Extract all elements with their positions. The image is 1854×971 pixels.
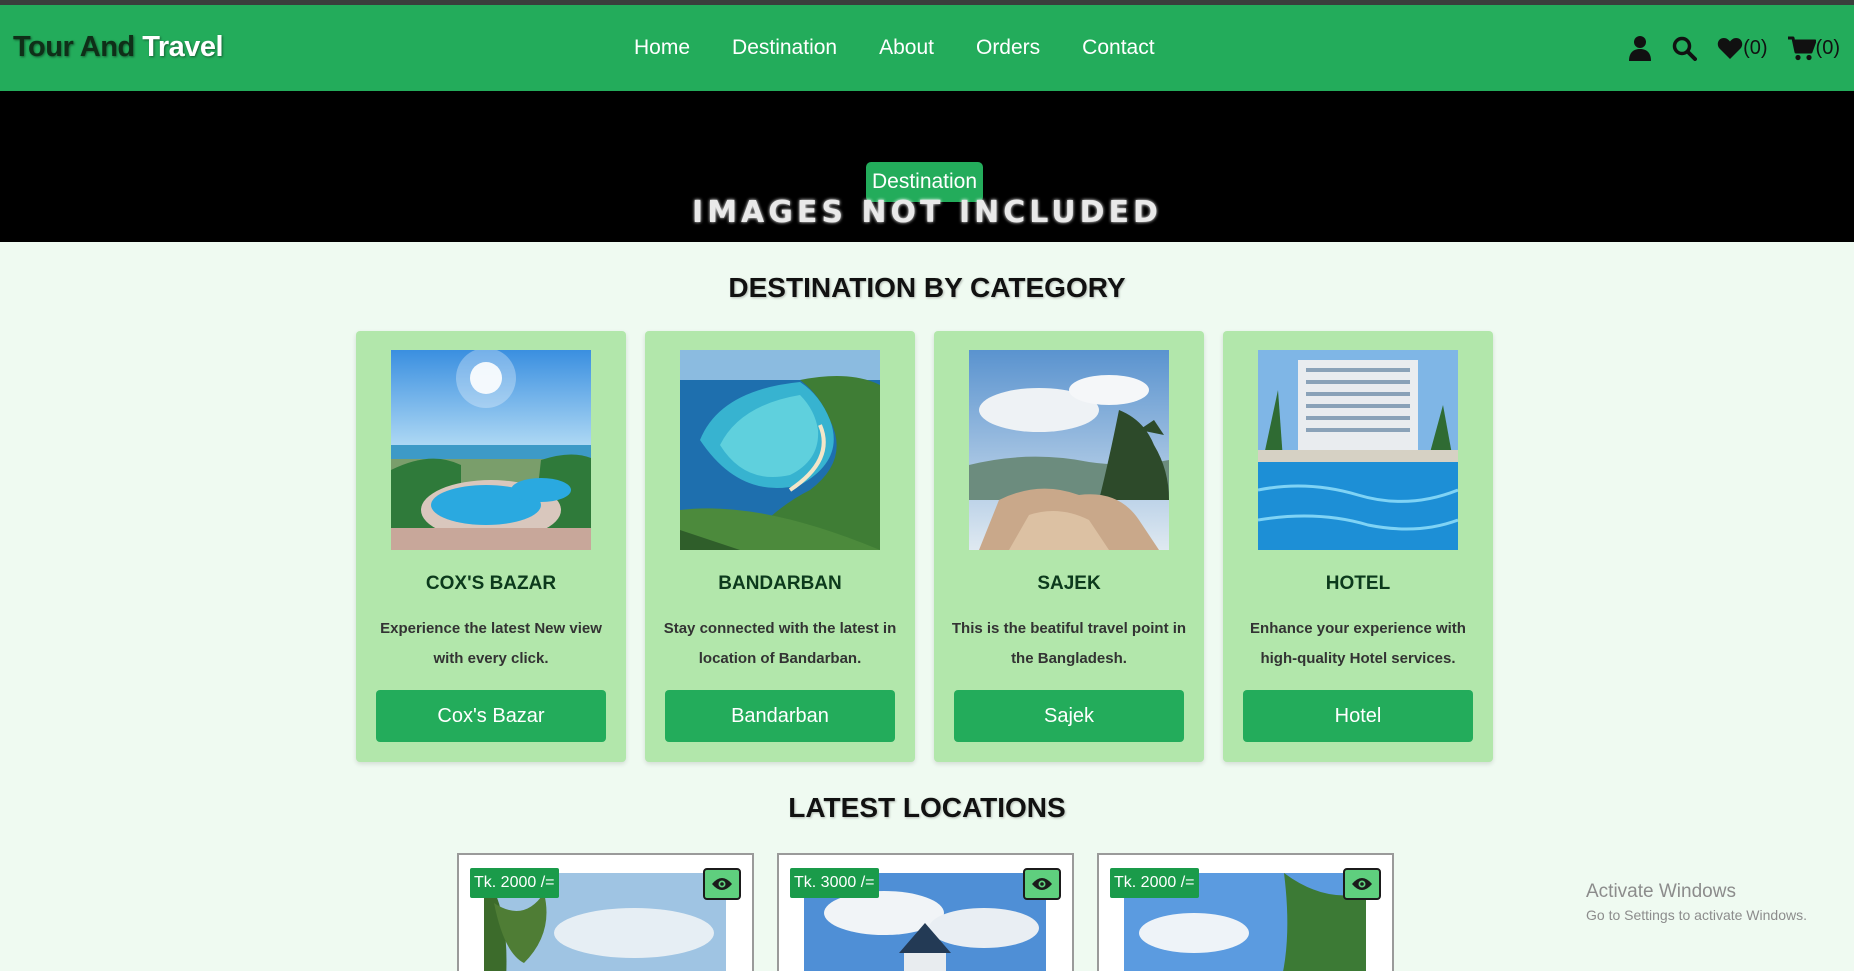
hero-banner: Destination IMAGES NOT INCLUDED — [0, 91, 1854, 242]
eye-icon — [1352, 878, 1372, 890]
category-name: BANDARBAN — [718, 573, 842, 594]
location-card[interactable]: Tk. 2000 /= — [1097, 853, 1394, 971]
category-section-title: DESTINATION BY CATEGORY — [728, 272, 1126, 303]
cart-count: (0) — [1815, 36, 1840, 59]
eye-icon — [712, 878, 732, 890]
view-button[interactable] — [1343, 868, 1381, 900]
eye-icon — [1032, 878, 1052, 890]
category-card: SAJEK This is the beatiful travel point … — [934, 331, 1204, 762]
category-description: Stay connected with the latest in locati… — [663, 620, 897, 667]
view-button[interactable] — [1023, 868, 1061, 900]
hotel-button[interactable]: Hotel — [1243, 690, 1473, 742]
category-name: SAJEK — [1037, 573, 1101, 594]
coxs-bazar-image — [391, 350, 591, 550]
category-card: HOTEL Enhance your experience with high-… — [1223, 331, 1493, 762]
watermark-subtitle: Go to Settings to activate Windows. — [1586, 907, 1807, 923]
coxs-bazar-button[interactable]: Cox's Bazar — [376, 690, 606, 742]
price-badge: Tk. 3000 /= — [790, 868, 879, 898]
category-description: This is the beatiful travel point in the… — [951, 620, 1187, 667]
navbar: Tour And Travel Home Destination About O… — [0, 5, 1854, 91]
nav-contact[interactable]: Contact — [1082, 36, 1154, 60]
site-logo[interactable]: Tour And Travel — [13, 31, 224, 64]
heart-icon — [1717, 37, 1743, 59]
nav-destination[interactable]: Destination — [732, 36, 837, 60]
price-badge: Tk. 2000 /= — [470, 868, 559, 898]
search-icon[interactable] — [1672, 36, 1698, 61]
location-card[interactable]: Tk. 2000 /= — [457, 853, 754, 971]
logo-text-part2: Travel — [142, 31, 224, 63]
nav-home[interactable]: Home — [634, 36, 690, 60]
cart-button[interactable]: (0) — [1787, 36, 1840, 61]
category-cards: COX'S BAZAR Experience the latest New vi… — [356, 331, 1493, 762]
category-name: COX'S BAZAR — [425, 573, 557, 594]
sajek-image — [969, 350, 1169, 550]
logo-text-part1: Tour And — [13, 31, 135, 63]
user-icon[interactable] — [1628, 35, 1652, 61]
view-button[interactable] — [703, 868, 741, 900]
hotel-image — [1258, 350, 1458, 550]
category-card: COX'S BAZAR Experience the latest New vi… — [356, 331, 626, 762]
price-badge: Tk. 2000 /= — [1110, 868, 1199, 898]
bandarban-button[interactable]: Bandarban — [665, 690, 895, 742]
watermark-title: Activate Windows — [1586, 881, 1736, 902]
image-placeholder-text: IMAGES NOT INCLUDED — [692, 195, 1162, 230]
nav-about[interactable]: About — [879, 36, 934, 60]
latest-section-title: LATEST LOCATIONS — [788, 792, 1066, 823]
location-card[interactable]: Tk. 3000 /= — [777, 853, 1074, 971]
latest-locations: Tk. 2000 /= Tk. 3000 /= Tk. 2000 /= — [457, 853, 1394, 971]
nav-orders[interactable]: Orders — [976, 36, 1040, 60]
cart-icon — [1787, 36, 1816, 60]
sajek-button[interactable]: Sajek — [954, 690, 1184, 742]
category-card: BANDARBAN Stay connected with the latest… — [645, 331, 915, 762]
windows-activation-watermark: Activate Windows Go to Settings to activ… — [1586, 881, 1807, 923]
category-description: Enhance your experience with high-qualit… — [1250, 620, 1466, 667]
main-nav: Home Destination About Orders Contact — [634, 5, 1197, 91]
header-icons: (0) (0) — [1628, 5, 1840, 91]
wishlist-count: (0) — [1743, 36, 1768, 59]
wishlist-button[interactable]: (0) — [1717, 36, 1768, 60]
category-name: HOTEL — [1325, 573, 1391, 594]
bandarban-image — [680, 350, 880, 550]
category-description: Experience the latest New view with ever… — [380, 620, 602, 667]
